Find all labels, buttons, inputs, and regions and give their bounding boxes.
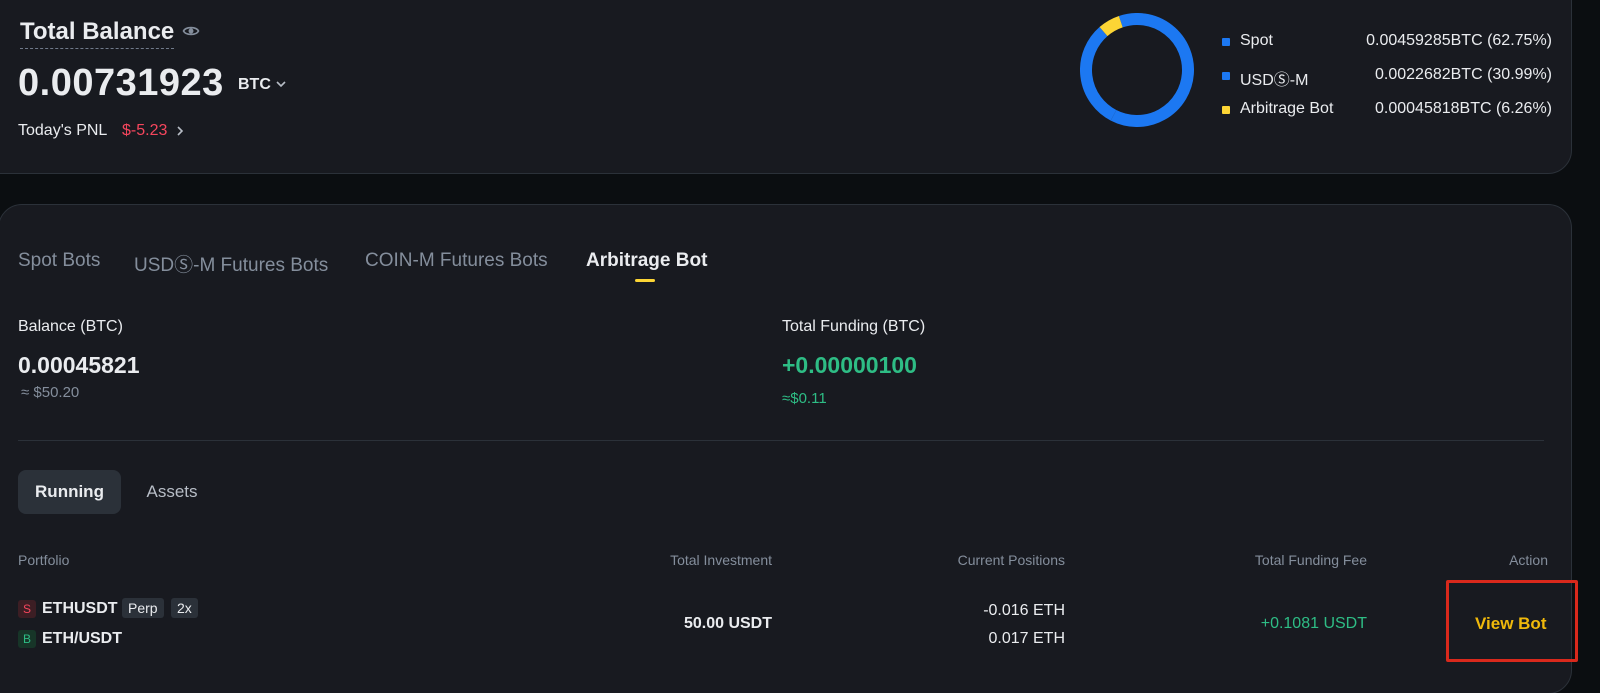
- legend-dot: [1222, 38, 1230, 46]
- donut-slice-usd-m: [1080, 27, 1117, 121]
- column-header-total-funding-fee: Total Funding Fee: [1254, 552, 1367, 568]
- currency-selector[interactable]: BTC: [238, 76, 271, 94]
- sell-side-badge: S: [18, 600, 36, 618]
- legend-row-arbitrage: Arbitrage Bot 0.00045818BTC (6.26%): [1222, 100, 1552, 120]
- eye-icon[interactable]: [182, 22, 200, 40]
- leg1-symbol: ETHUSDT: [42, 600, 118, 617]
- highlight-box: [1446, 580, 1578, 662]
- todays-pnl-label: Today's PNL: [18, 122, 108, 139]
- legend-dot: [1222, 72, 1230, 80]
- legend-name: Arbitrage Bot: [1240, 100, 1334, 117]
- perp-tag: Perp: [122, 598, 164, 618]
- legend-value: 0.00045818BTC (6.26%): [1375, 100, 1552, 117]
- legend-row-spot: Spot 0.00459285BTC (62.75%): [1222, 32, 1552, 52]
- donut-slice-spot: [1110, 13, 1194, 127]
- balance-value: 0.00045821: [18, 352, 140, 378]
- total-investment-value: 50.00 USDT: [683, 615, 772, 632]
- total-balance-card: [0, 0, 1572, 174]
- chevron-right-icon[interactable]: [176, 126, 184, 136]
- legend-row-usdm: USDⓈ-M 0.0022682BTC (30.99%): [1222, 66, 1552, 89]
- legend-name: USDⓈ-M: [1240, 72, 1309, 89]
- total-funding-fee-value: +0.1081 USDT: [1260, 615, 1367, 632]
- column-header-total-investment: Total Investment: [670, 552, 772, 568]
- position-leg2: 0.017 ETH: [988, 630, 1065, 647]
- legend-dot: [1222, 106, 1230, 114]
- total-balance-title[interactable]: Total Balance: [20, 18, 175, 49]
- tab-coinm-futures-bots[interactable]: COIN-M Futures Bots: [365, 250, 548, 272]
- total-balance-value: 0.00731923: [18, 62, 224, 104]
- chevron-down-icon[interactable]: [276, 80, 286, 88]
- tab-arbitrage-bot[interactable]: Arbitrage Bot: [586, 250, 707, 272]
- donut-inner-ring: [1092, 25, 1182, 115]
- legend-value: 0.0022682BTC (30.99%): [1375, 66, 1552, 83]
- total-funding-label: Total Funding (BTC): [782, 318, 926, 335]
- tab-usdm-futures-bots[interactable]: USDⓈ-M Futures Bots: [134, 250, 328, 277]
- column-header-current-positions: Current Positions: [957, 552, 1065, 568]
- todays-pnl-value[interactable]: $-5.23: [122, 122, 167, 140]
- balance-usd: ≈ $50.20: [21, 384, 80, 401]
- leverage-tag: 2x: [171, 598, 198, 618]
- buy-side-badge: B: [18, 630, 36, 648]
- total-funding-value: +0.00000100: [782, 352, 917, 378]
- column-header-action: Action: [1509, 552, 1548, 568]
- leg2-symbol: ETH/USDT: [42, 630, 122, 647]
- sub-tab-running[interactable]: Running: [18, 470, 121, 514]
- allocation-donut-chart: [1080, 13, 1194, 127]
- position-leg1: -0.016 ETH: [983, 602, 1065, 619]
- column-header-portfolio: Portfolio: [18, 552, 70, 568]
- legend-name: Spot: [1240, 32, 1273, 49]
- legend-value: 0.00459285BTC (62.75%): [1366, 32, 1552, 49]
- tab-spot-bots[interactable]: Spot Bots: [18, 250, 100, 272]
- active-tab-indicator: [635, 279, 655, 282]
- total-funding-usd: ≈$0.11: [782, 390, 827, 407]
- divider: [18, 440, 1544, 441]
- sub-tab-assets[interactable]: Assets: [128, 470, 216, 514]
- balance-label: Balance (BTC): [18, 318, 123, 335]
